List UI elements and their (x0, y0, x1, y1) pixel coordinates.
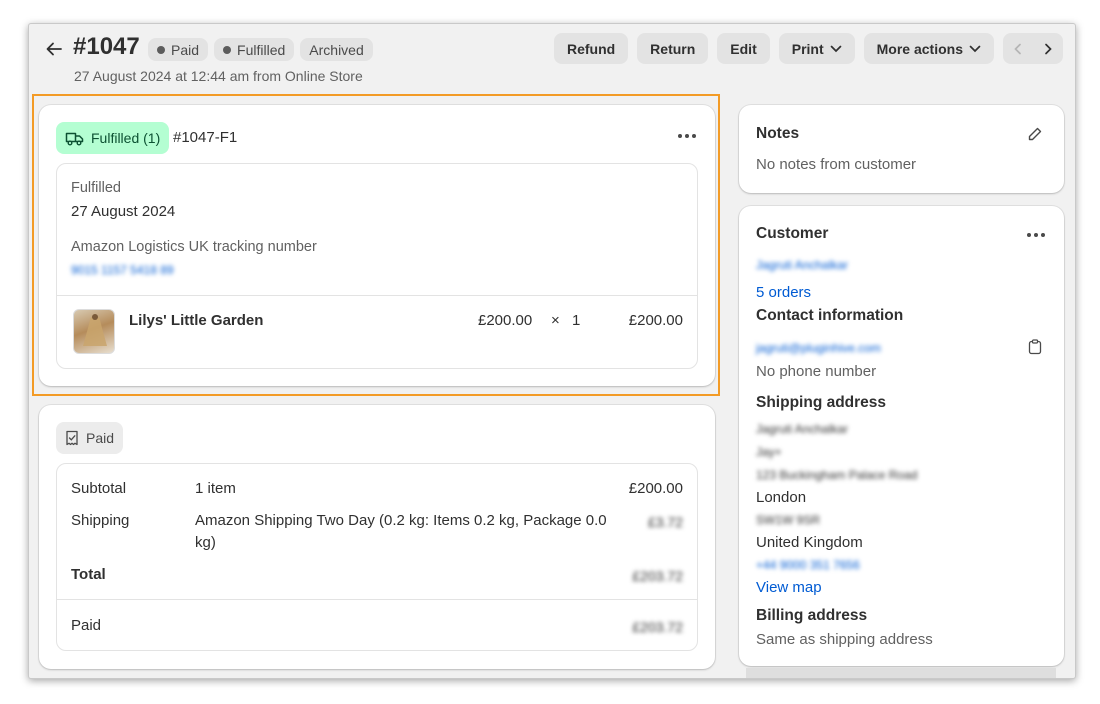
paid-label: Paid (71, 617, 102, 634)
divider (57, 599, 697, 600)
paid-pill-label: Paid (86, 430, 115, 446)
order-page: #1047 Paid Fulfilled Archived 27 August … (28, 23, 1076, 679)
total-value: £203.72 (632, 568, 683, 584)
product-thumbnail (73, 309, 115, 354)
dot-icon (157, 45, 165, 54)
address-name: Jagruti Anchalkar (756, 422, 849, 436)
paid-value: £203.72 (632, 619, 683, 635)
address-city: London (756, 489, 807, 506)
receipt-icon (66, 430, 78, 446)
notes-card: Notes No notes from customer (739, 105, 1064, 193)
product-quantity: 1 (572, 312, 581, 329)
badge-label: Paid (171, 41, 200, 58)
next-card-edge (746, 668, 1056, 678)
customer-phone: No phone number (756, 363, 877, 380)
notes-title: Notes (756, 125, 800, 142)
next-order-button[interactable] (1033, 33, 1063, 64)
edit-button[interactable]: Edit (717, 33, 770, 64)
chevron-down-icon (969, 45, 981, 52)
fulfilled-status-pill: Fulfilled (1) (56, 122, 170, 154)
print-label: Print (791, 40, 824, 57)
address-company: Jay+ (756, 445, 782, 459)
chevron-left-icon (1014, 43, 1021, 54)
dot-icon (223, 45, 232, 54)
contact-title: Contact information (756, 307, 904, 324)
status-badges: Paid Fulfilled Archived (148, 38, 373, 61)
product-price: £200.00 (478, 312, 533, 329)
address-street: 123 Buckingham Palace Road (756, 468, 918, 482)
times-sign: × (551, 312, 560, 329)
subtotal-value: £200.00 (628, 480, 683, 497)
header-actions: Refund Return Edit Print More actions (553, 33, 1063, 64)
payment-summary: Subtotal 1 item £200.00 Shipping Amazon … (56, 463, 698, 651)
product-line-total: £200.00 (628, 312, 683, 329)
shipping-description-cont: kg) (195, 534, 216, 551)
customer-title: Customer (756, 225, 829, 242)
fulfillment-id: #1047-F1 (173, 129, 238, 146)
badge-label: Fulfilled (237, 41, 286, 58)
customer-email-link[interactable]: jagruti@pluginhive.com (756, 341, 881, 355)
refund-button[interactable]: Refund (553, 33, 629, 64)
print-button[interactable]: Print (778, 33, 855, 64)
status-badge-archived: Archived (300, 38, 373, 61)
dress-image-icon (83, 314, 107, 346)
status-badge-fulfilled: Fulfilled (214, 38, 295, 61)
shipping-description: Amazon Shipping Two Day (0.2 kg: Items 0… (195, 512, 607, 529)
page-title: #1047 (73, 33, 140, 60)
customer-name-link[interactable]: Jagruti Anchalkar (756, 258, 848, 272)
customer-more-icon[interactable] (1027, 233, 1045, 237)
customer-orders-link[interactable]: 5 orders (756, 284, 811, 301)
badge-label: Archived (309, 41, 364, 58)
chevron-down-icon (830, 45, 841, 52)
notes-text: No notes from customer (756, 156, 917, 173)
fulfillment-date: 27 August 2024 (71, 203, 176, 220)
chevron-right-icon (1045, 43, 1052, 54)
subtotal-items: 1 item (195, 480, 236, 497)
paid-status-pill: Paid (56, 422, 124, 454)
address-country: United Kingdom (756, 534, 863, 551)
tracking-number-link[interactable]: 9015 1157 5418 89 (71, 263, 174, 277)
address-postcode: SW1W 9SR (756, 513, 821, 527)
back-arrow-icon[interactable] (43, 38, 65, 60)
shipping-address-title: Shipping address (756, 394, 887, 411)
total-label: Total (71, 566, 106, 583)
divider (57, 295, 697, 296)
tracking-label: Amazon Logistics UK tracking number (71, 239, 317, 255)
return-button[interactable]: Return (637, 33, 709, 64)
fulfillment-more-icon[interactable] (678, 134, 696, 138)
truck-icon (65, 132, 84, 145)
pencil-icon[interactable] (1027, 126, 1043, 142)
order-subtitle: 27 August 2024 at 12:44 am from Online S… (74, 68, 363, 84)
customer-card: Customer Jagruti Anchalkar 5 orders Cont… (739, 206, 1064, 666)
billing-address-title: Billing address (756, 607, 868, 624)
clipboard-icon[interactable] (1028, 339, 1042, 355)
shipping-label: Shipping (71, 512, 130, 529)
fulfillment-status-label: Fulfilled (71, 180, 121, 196)
fulfilled-pill-label: Fulfilled (1) (91, 130, 161, 146)
order-pager (1003, 33, 1063, 64)
view-map-link[interactable]: View map (756, 579, 822, 596)
payment-card: Paid Subtotal 1 item £200.00 Shipping Am… (39, 405, 715, 669)
billing-address-text: Same as shipping address (756, 631, 933, 648)
more-actions-label: More actions (876, 40, 963, 57)
fulfillment-details: Fulfilled 27 August 2024 Amazon Logistic… (56, 163, 698, 369)
previous-order-button[interactable] (1003, 33, 1033, 64)
product-name[interactable]: Lilys' Little Garden (129, 312, 263, 329)
address-phone[interactable]: +44 9000 351 7656 (756, 558, 860, 572)
shipping-value: £3.72 (647, 514, 683, 530)
subtotal-label: Subtotal (71, 480, 127, 497)
status-badge-paid: Paid (148, 38, 209, 61)
more-actions-button[interactable]: More actions (863, 33, 994, 64)
fulfillment-card: Fulfilled (1) #1047-F1 Fulfilled 27 Augu… (39, 105, 715, 386)
